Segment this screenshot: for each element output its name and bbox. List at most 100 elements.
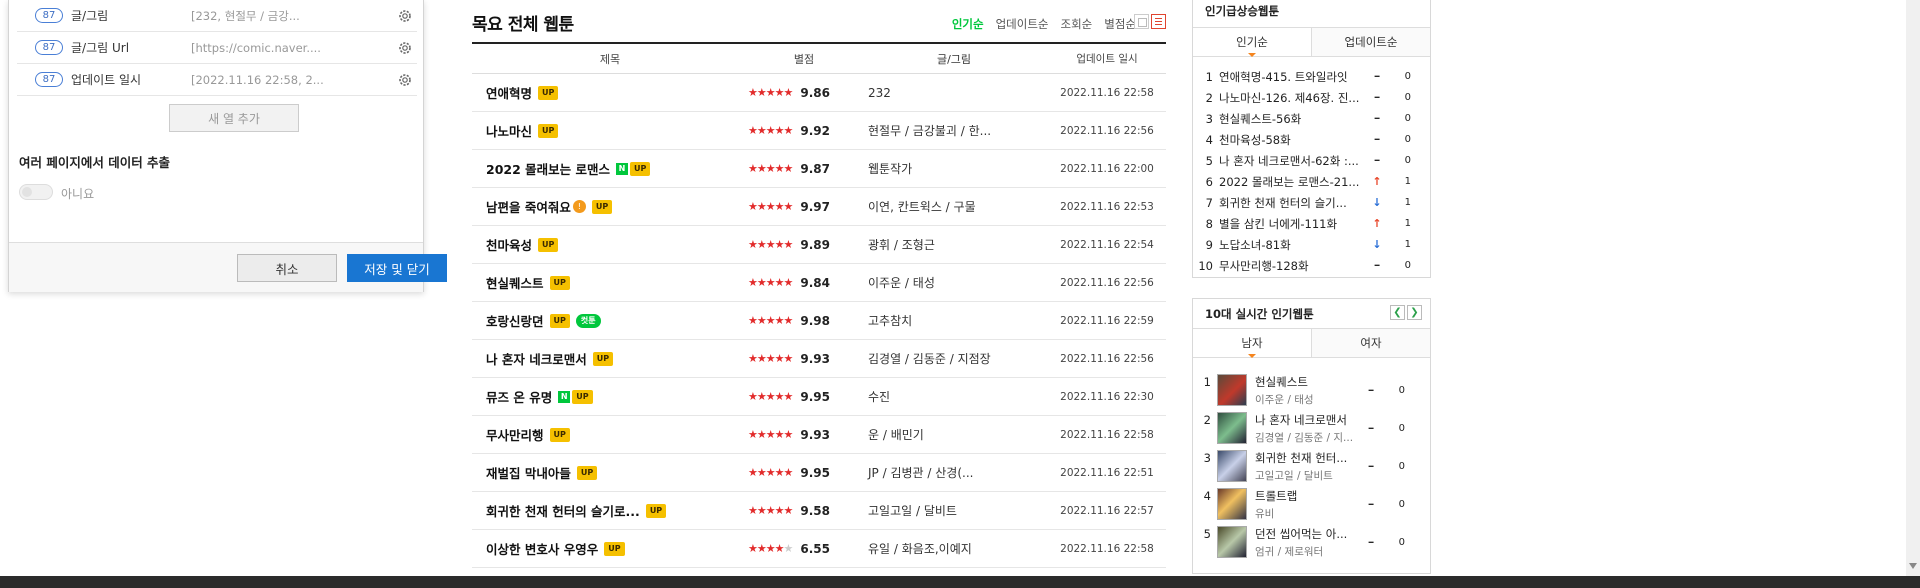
list-item[interactable]: 3 현실퀘스트-56화 ━ 0 [1193, 108, 1430, 129]
table-row[interactable]: 현실퀘스트 UP ★★★★★ 9.84 이주운 / 태성 2022.11.16 22:56 [472, 264, 1166, 302]
field-row[interactable]: 87 글/그림 Url [https://comic.naver.... [17, 32, 417, 64]
chevron-left-icon[interactable]: ❮ [1390, 305, 1405, 320]
episode-title-link[interactable]: 천마육성-58화 [1219, 132, 1367, 148]
item-text: 트롤트랩 유비 [1255, 488, 1359, 521]
webtoon-title-link[interactable]: 던전 씹어먹는 아... [1255, 526, 1359, 542]
sort-views[interactable]: 조회순 [1061, 16, 1093, 32]
view-toggle [1134, 14, 1166, 29]
episode-title-link[interactable]: 나노마신-126. 제46장. 진... [1219, 90, 1367, 106]
panel-footer: 취소 저장 및 닫기 [9, 242, 447, 292]
cancel-button[interactable]: 취소 [237, 254, 337, 282]
list-view-icon[interactable] [1151, 14, 1166, 29]
title-cell: 2022 몰래보는 로맨스 N UP [472, 159, 748, 178]
tab-male[interactable]: 남자 [1193, 329, 1311, 358]
field-row[interactable]: 87 글/그림 [232, 현절무 / 금강... [17, 0, 417, 32]
table-row[interactable]: 2022 몰래보는 로맨스 N UP ★★★★★ 9.87 웹툰작가 2022.11.16 … [472, 150, 1166, 188]
list-item[interactable]: 6 2022 몰래보는 로맨스-21... ↑ 1 [1193, 171, 1430, 192]
list-item[interactable]: 7 회귀한 천재 헌터의 슬기... ↓ 1 [1193, 192, 1430, 213]
sort-update[interactable]: 업데이트순 [996, 16, 1049, 32]
multi-page-toggle[interactable] [19, 184, 53, 200]
list-item[interactable]: 1 현실퀘스트 이주운 / 태성 ━ 0 [1193, 371, 1430, 409]
episode-title-link[interactable]: 연애혁명-415. 트와일라잇 [1219, 69, 1367, 85]
chevron-right-icon[interactable]: ❯ [1407, 305, 1422, 320]
tab-update[interactable]: 업데이트순 [1311, 28, 1430, 56]
table-row[interactable]: 호랑신랑뎐 UP 컷툰 ★★★★★ 9.98 고추참치 2022.11.16 22:59 [472, 302, 1166, 340]
webtoon-title-link[interactable]: 뮤즈 온 유명 [486, 387, 552, 406]
grid-view-icon[interactable] [1134, 14, 1149, 29]
episode-title-link[interactable]: 나 혼자 네크로맨서-62화 :... [1219, 153, 1367, 169]
thumbnail-image[interactable] [1217, 488, 1247, 520]
tab-popular[interactable]: 인기순 [1193, 28, 1311, 57]
webtoon-title-link[interactable]: 나 혼자 네크로맨서 [486, 349, 587, 368]
save-and-close-button[interactable]: 저장 및 닫기 [347, 254, 447, 282]
webtoon-title-link[interactable]: 현실퀘스트 [486, 273, 544, 292]
list-item[interactable]: 2 나노마신-126. 제46장. 진... ━ 0 [1193, 87, 1430, 108]
list-item[interactable]: 5 던전 씹어먹는 아... 엄귀 / 제로워터 ━ 0 [1193, 523, 1430, 561]
sort-popular[interactable]: 인기순 [952, 16, 984, 32]
new-badge: N [616, 162, 628, 175]
date-cell: 2022.11.16 22:56 [1060, 124, 1154, 137]
table-row[interactable]: 뮤즈 온 유명 N UP ★★★★★ 9.95 수진 2022.11.16 22:30 [472, 378, 1166, 416]
arrow-up-icon: ↑ [1372, 217, 1382, 230]
table-row[interactable]: 나 혼자 네크로맨서 UP ★★★★★ 9.93 김경열 / 김동준 / 지점장 2022… [472, 340, 1166, 378]
webtoon-title-link[interactable]: 회귀한 천재 헌터... [1255, 450, 1359, 466]
episode-title-link[interactable]: 현실퀘스트-56화 [1219, 111, 1367, 127]
thumbnail-image[interactable] [1217, 450, 1247, 482]
webtoon-title-link[interactable]: 나 혼자 네크로맨서 [1255, 412, 1359, 428]
list-item[interactable]: 9 노답소녀-81화 ↓ 1 [1193, 234, 1430, 255]
table-row[interactable]: 남편을 죽여줘요! UP ★★★★★ 9.97 이연, 칸트윅스 / 구물 2022.11… [472, 188, 1166, 226]
table-row[interactable]: 무사만리행 UP ★★★★★ 9.93 운 / 배민기 2022.11.16 22:58 [472, 416, 1166, 454]
webtoon-title-link[interactable]: 2022 몰래보는 로맨스 [486, 159, 610, 178]
scroll-down-icon[interactable] [1909, 563, 1917, 571]
thumbnail-image[interactable] [1217, 412, 1247, 444]
thumbnail-image[interactable] [1217, 526, 1247, 558]
webtoon-title-link[interactable]: 현실퀘스트 [1255, 374, 1359, 390]
date-cell: 2022.11.16 22:54 [1060, 238, 1154, 251]
title-cell: 회귀한 천재 헌터의 슬기로... UP [472, 501, 748, 520]
webtoon-title-link[interactable]: 무사만리행 [486, 425, 544, 444]
webtoon-title-link[interactable]: 이상한 변호사 우영우 [486, 539, 598, 558]
page-scrollbar[interactable] [1906, 0, 1920, 576]
list-item[interactable]: 4 천마육성-58화 ━ 0 [1193, 129, 1430, 150]
field-row[interactable]: 87 업데이트 일시 [2022.11.16 22:58, 2... [17, 64, 417, 96]
list-item[interactable]: 4 트롤트랩 유비 ━ 0 [1193, 485, 1430, 523]
tab-female[interactable]: 여자 [1311, 329, 1430, 357]
table-row[interactable]: 천마육성 UP ★★★★★ 9.89 광휘 / 조형근 2022.11.16 22:54 [472, 226, 1166, 264]
gear-icon[interactable] [397, 8, 413, 24]
webtoon-title-link[interactable]: 트롤트랩 [1255, 488, 1359, 504]
webtoon-title-link[interactable]: 나노마신 [486, 121, 532, 140]
webtoon-title-link[interactable]: 천마육성 [486, 235, 532, 254]
list-item[interactable]: 10 무사만리행-128화 ━ 0 [1193, 255, 1430, 276]
webtoon-title-link[interactable]: 연애혁명 [486, 83, 532, 102]
rating-value: 9.93 [800, 427, 830, 442]
list-item[interactable]: 3 회귀한 천재 헌터... 고일고일 / 달비트 ━ 0 [1193, 447, 1430, 485]
webtoon-title-link[interactable]: 회귀한 천재 헌터의 슬기로... [486, 501, 640, 520]
up-badge: UP [645, 503, 667, 518]
table-row[interactable]: 재벌집 막내아들 UP ★★★★★ 9.95 JP / 김병관 / 산경(... 2022… [472, 454, 1166, 492]
list-item[interactable]: 5 나 혼자 네크로맨서-62화 :... ━ 0 [1193, 150, 1430, 171]
list-item[interactable]: 1 연애혁명-415. 트와일라잇 ━ 0 [1193, 66, 1430, 87]
episode-title-link[interactable]: 별을 삼킨 너에게-111화 [1219, 216, 1367, 232]
table-row[interactable]: 나노마신 UP ★★★★★ 9.92 현절무 / 금강불괴 / 한... 2022.11.… [472, 112, 1166, 150]
episode-title-link[interactable]: 회귀한 천재 헌터의 슬기... [1219, 195, 1367, 211]
rating-value: 9.84 [800, 275, 830, 290]
sort-rating[interactable]: 별점순 [1104, 16, 1136, 32]
table-row[interactable]: 연애혁명 UP ★★★★★ 9.86 232 2022.11.16 22:58 [472, 74, 1166, 112]
webtoon-title-link[interactable]: 남편을 죽여줘요 [486, 197, 571, 216]
add-column-button[interactable]: 새 열 추가 [169, 104, 299, 132]
dash-icon: ━ [1374, 156, 1380, 165]
episode-title-link[interactable]: 2022 몰래보는 로맨스-21... [1219, 174, 1367, 190]
list-item[interactable]: 8 별을 삼킨 너에게-111화 ↑ 1 [1193, 213, 1430, 234]
webtoon-title-link[interactable]: 호랑신랑뎐 [486, 311, 544, 330]
episode-title-link[interactable]: 무사만리행-128화 [1219, 258, 1367, 274]
author-cell: 유일 / 화음조,이예지 [868, 542, 972, 556]
gear-icon[interactable] [397, 72, 413, 88]
page-title: 목요 전체 웹툰 [472, 15, 574, 35]
thumbnail-image[interactable] [1217, 374, 1247, 406]
episode-title-link[interactable]: 노답소녀-81화 [1219, 237, 1367, 253]
table-row[interactable]: 회귀한 천재 헌터의 슬기로... UP ★★★★★ 9.58 고일고일 / 달비트 20… [472, 492, 1166, 530]
list-item[interactable]: 2 나 혼자 네크로맨서 김경열 / 김동준 / 지... ━ 0 [1193, 409, 1430, 447]
table-row[interactable]: 이상한 변호사 우영우 UP ★★★★★ 6.55 유일 / 화음조,이예지 2022.1… [472, 530, 1166, 568]
webtoon-title-link[interactable]: 재벌집 막내아들 [486, 463, 571, 482]
gear-icon[interactable] [397, 40, 413, 56]
